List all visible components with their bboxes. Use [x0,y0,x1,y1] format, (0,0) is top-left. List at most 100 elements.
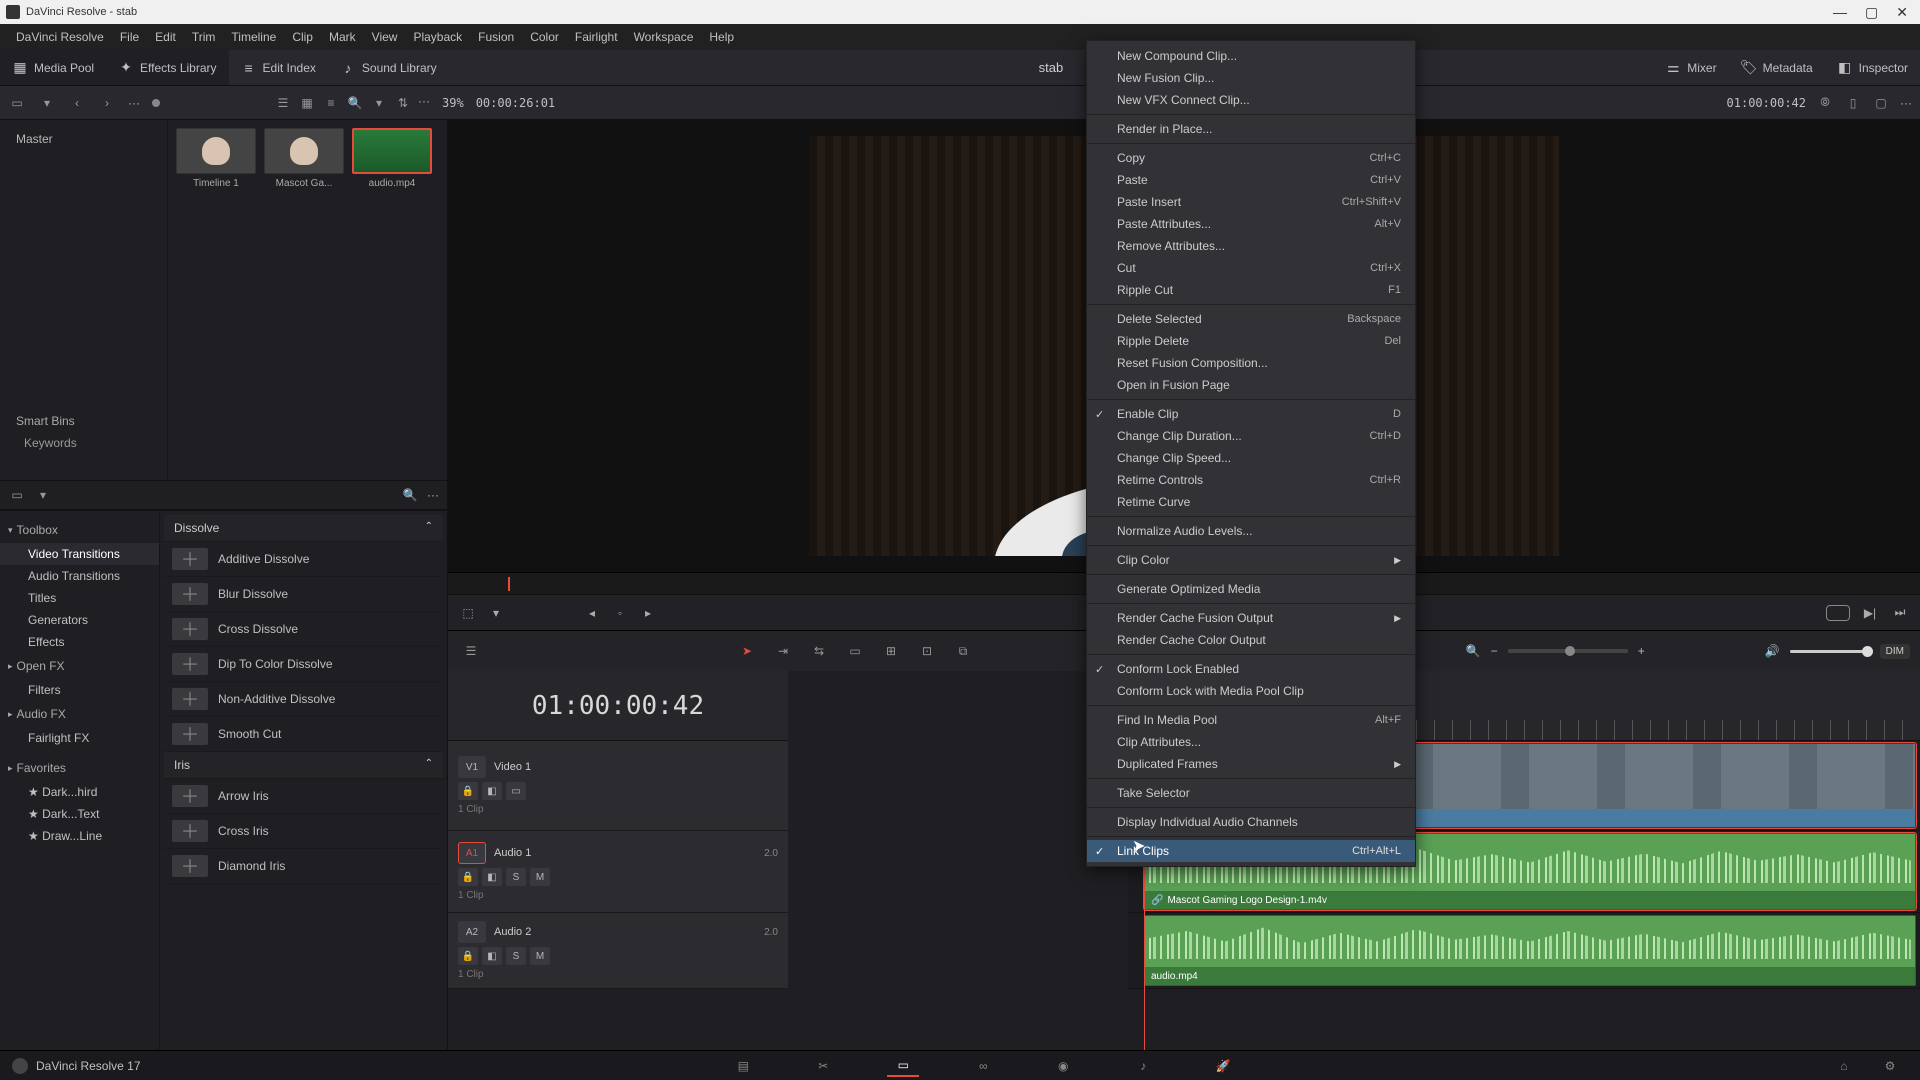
solo-button[interactable]: S [506,868,526,886]
ellipsis-icon[interactable]: ··· [128,96,140,110]
menu-item-reset-fusion-composition[interactable]: Reset Fusion Composition... [1087,352,1415,374]
menu-item-copy[interactable]: CopyCtrl+C [1087,147,1415,169]
replace-icon[interactable]: ⧉ [950,638,976,664]
speaker-icon[interactable]: 🔊 [1765,644,1780,658]
color-page-icon[interactable]: ◉ [1047,1055,1079,1077]
edit-page-icon[interactable]: ▭ [887,1055,919,1077]
metadata-button[interactable]: 🏷Metadata [1729,60,1825,76]
inspector-button[interactable]: ◧Inspector [1825,60,1920,76]
chevron-down-icon[interactable]: ▾ [370,94,388,112]
menu-trim[interactable]: Trim [184,30,224,44]
fx-item[interactable]: Dip To Color Dissolve [164,647,443,682]
menu-clip[interactable]: Clip [284,30,321,44]
zoom-out-icon[interactable]: − [1491,644,1498,658]
media-page-icon[interactable]: ▤ [727,1055,759,1077]
fx-tree-effects[interactable]: Effects [0,631,159,653]
minimize-icon[interactable]: — [1833,4,1847,21]
effects-library-button[interactable]: ✦Effects Library [106,50,228,85]
menu-item-new-compound-clip[interactable]: New Compound Clip... [1087,45,1415,67]
track-lane-a2[interactable]: audio.mp4 [1128,913,1920,989]
zoom-slider[interactable] [1508,649,1628,653]
bin-master[interactable]: Master [8,128,159,150]
auto-select-icon[interactable]: ◧ [482,868,502,886]
sound-library-button[interactable]: ♪Sound Library [328,50,449,85]
track-tag-a2[interactable]: A2 [458,921,486,943]
lock-icon[interactable]: 🔒 [458,782,478,800]
fusion-page-icon[interactable]: ∞ [967,1055,999,1077]
menu-item-remove-attributes[interactable]: Remove Attributes... [1087,235,1415,257]
fx-search-input[interactable] [60,488,393,503]
fx-tree-favorites[interactable]: Favorites [0,755,159,781]
menu-item-delete-selected[interactable]: Delete SelectedBackspace [1087,308,1415,330]
fx-item[interactable]: Blur Dissolve [164,577,443,612]
auto-select-icon[interactable]: ◧ [482,947,502,965]
menu-item-paste-attributes[interactable]: Paste Attributes...Alt+V [1087,213,1415,235]
fairlight-page-icon[interactable]: ♪ [1127,1055,1159,1077]
fx-item[interactable]: Diamond Iris [164,849,443,884]
menu-playback[interactable]: Playback [405,30,470,44]
media-clip[interactable]: audio.mp4 [352,128,432,189]
track-header-a1[interactable]: A1 Audio 1 2.0 🔒 ◧ S M 1 [448,831,788,913]
edit-index-button[interactable]: ≡Edit Index [229,50,328,85]
menu-item-find-in-media-pool[interactable]: Find In Media PoolAlt+F [1087,709,1415,731]
fx-item[interactable]: Cross Dissolve [164,612,443,647]
fx-favorite-item[interactable]: ★ Dark...Text [0,803,159,825]
auto-select-icon[interactable]: ◧ [482,782,502,800]
fx-item[interactable]: Smooth Cut [164,717,443,752]
fx-item[interactable]: Non-Additive Dissolve [164,682,443,717]
menu-item-retime-curve[interactable]: Retime Curve [1087,491,1415,513]
dynamic-trim-icon[interactable]: ⇆ [806,638,832,664]
menu-timeline[interactable]: Timeline [223,30,284,44]
menu-fairlight[interactable]: Fairlight [567,30,626,44]
menu-item-paste-insert[interactable]: Paste InsertCtrl+Shift+V [1087,191,1415,213]
menu-item-paste[interactable]: PasteCtrl+V [1087,169,1415,191]
media-pool-button[interactable]: ▦Media Pool [0,50,106,85]
menu-item-change-clip-duration[interactable]: Change Clip Duration...Ctrl+D [1087,425,1415,447]
menu-item-take-selector[interactable]: Take Selector [1087,782,1415,804]
fx-favorite-item[interactable]: ★ Draw...Line [0,825,159,847]
track-tag-v1[interactable]: V1 [458,756,486,778]
timeline-search-icon[interactable]: 🔍 [1466,644,1481,658]
menu-edit[interactable]: Edit [147,30,184,44]
mute-button[interactable]: M [530,868,550,886]
timeline-timecode[interactable]: 01:00:00:42 [448,671,788,741]
lock-icon[interactable]: 🔒 [458,947,478,965]
dual-viewer-icon[interactable]: ▢ [1872,94,1890,112]
menu-file[interactable]: File [112,30,147,44]
loop-icon[interactable] [1826,605,1850,621]
track-header-v1[interactable]: V1 Video 1 🔒 ◧ ▭ 1 Clip [448,741,788,831]
chevron-down-icon[interactable]: ▾ [34,486,52,504]
menu-item-render-cache-fusion-output[interactable]: Render Cache Fusion Output▶ [1087,607,1415,629]
menu-item-ripple-cut[interactable]: Ripple CutF1 [1087,279,1415,301]
clip-audio-a2[interactable]: audio.mp4 [1144,915,1916,986]
close-icon[interactable]: ✕ [1896,4,1908,21]
menu-item-change-clip-speed[interactable]: Change Clip Speed... [1087,447,1415,469]
menu-item-render-cache-color-output[interactable]: Render Cache Color Output [1087,629,1415,651]
fx-item[interactable]: Additive Dissolve [164,542,443,577]
stop-icon[interactable]: ◦ [610,603,630,623]
search-icon[interactable]: 🔍 [346,94,364,112]
ellipsis-icon[interactable]: ··· [1900,96,1912,110]
media-clip[interactable]: Timeline 1 [176,128,256,189]
menu-item-new-fusion-clip[interactable]: New Fusion Clip... [1087,67,1415,89]
solo-button[interactable]: S [506,947,526,965]
menu-item-conform-lock-with-media-pool-clip[interactable]: Conform Lock with Media Pool Clip [1087,680,1415,702]
timeline-view-icon[interactable]: ☰ [458,638,484,664]
scrub-playhead[interactable] [508,577,510,591]
zoom-percent[interactable]: 39% [442,96,464,110]
clip-context-menu[interactable]: New Compound Clip...New Fusion Clip...Ne… [1086,40,1416,867]
fx-tree-video-transitions[interactable]: Video Transitions [0,543,159,565]
menu-workspace[interactable]: Workspace [626,30,702,44]
next-icon[interactable]: › [98,94,116,112]
volume-slider[interactable] [1790,650,1870,653]
menu-item-normalize-audio-levels[interactable]: Normalize Audio Levels... [1087,520,1415,542]
mute-button[interactable]: M [530,947,550,965]
menu-fusion[interactable]: Fusion [470,30,522,44]
strip-view-icon[interactable]: ≡ [322,94,340,112]
bypass-icon[interactable]: ⦾ [1816,94,1834,112]
fx-group-header[interactable]: Iris⌃ [164,752,443,779]
track-tag-a1[interactable]: A1 [458,842,486,864]
disable-video-icon[interactable]: ▭ [506,782,526,800]
chevron-down-icon[interactable]: ▾ [486,603,506,623]
fx-tree-openfx[interactable]: Open FX [0,653,159,679]
